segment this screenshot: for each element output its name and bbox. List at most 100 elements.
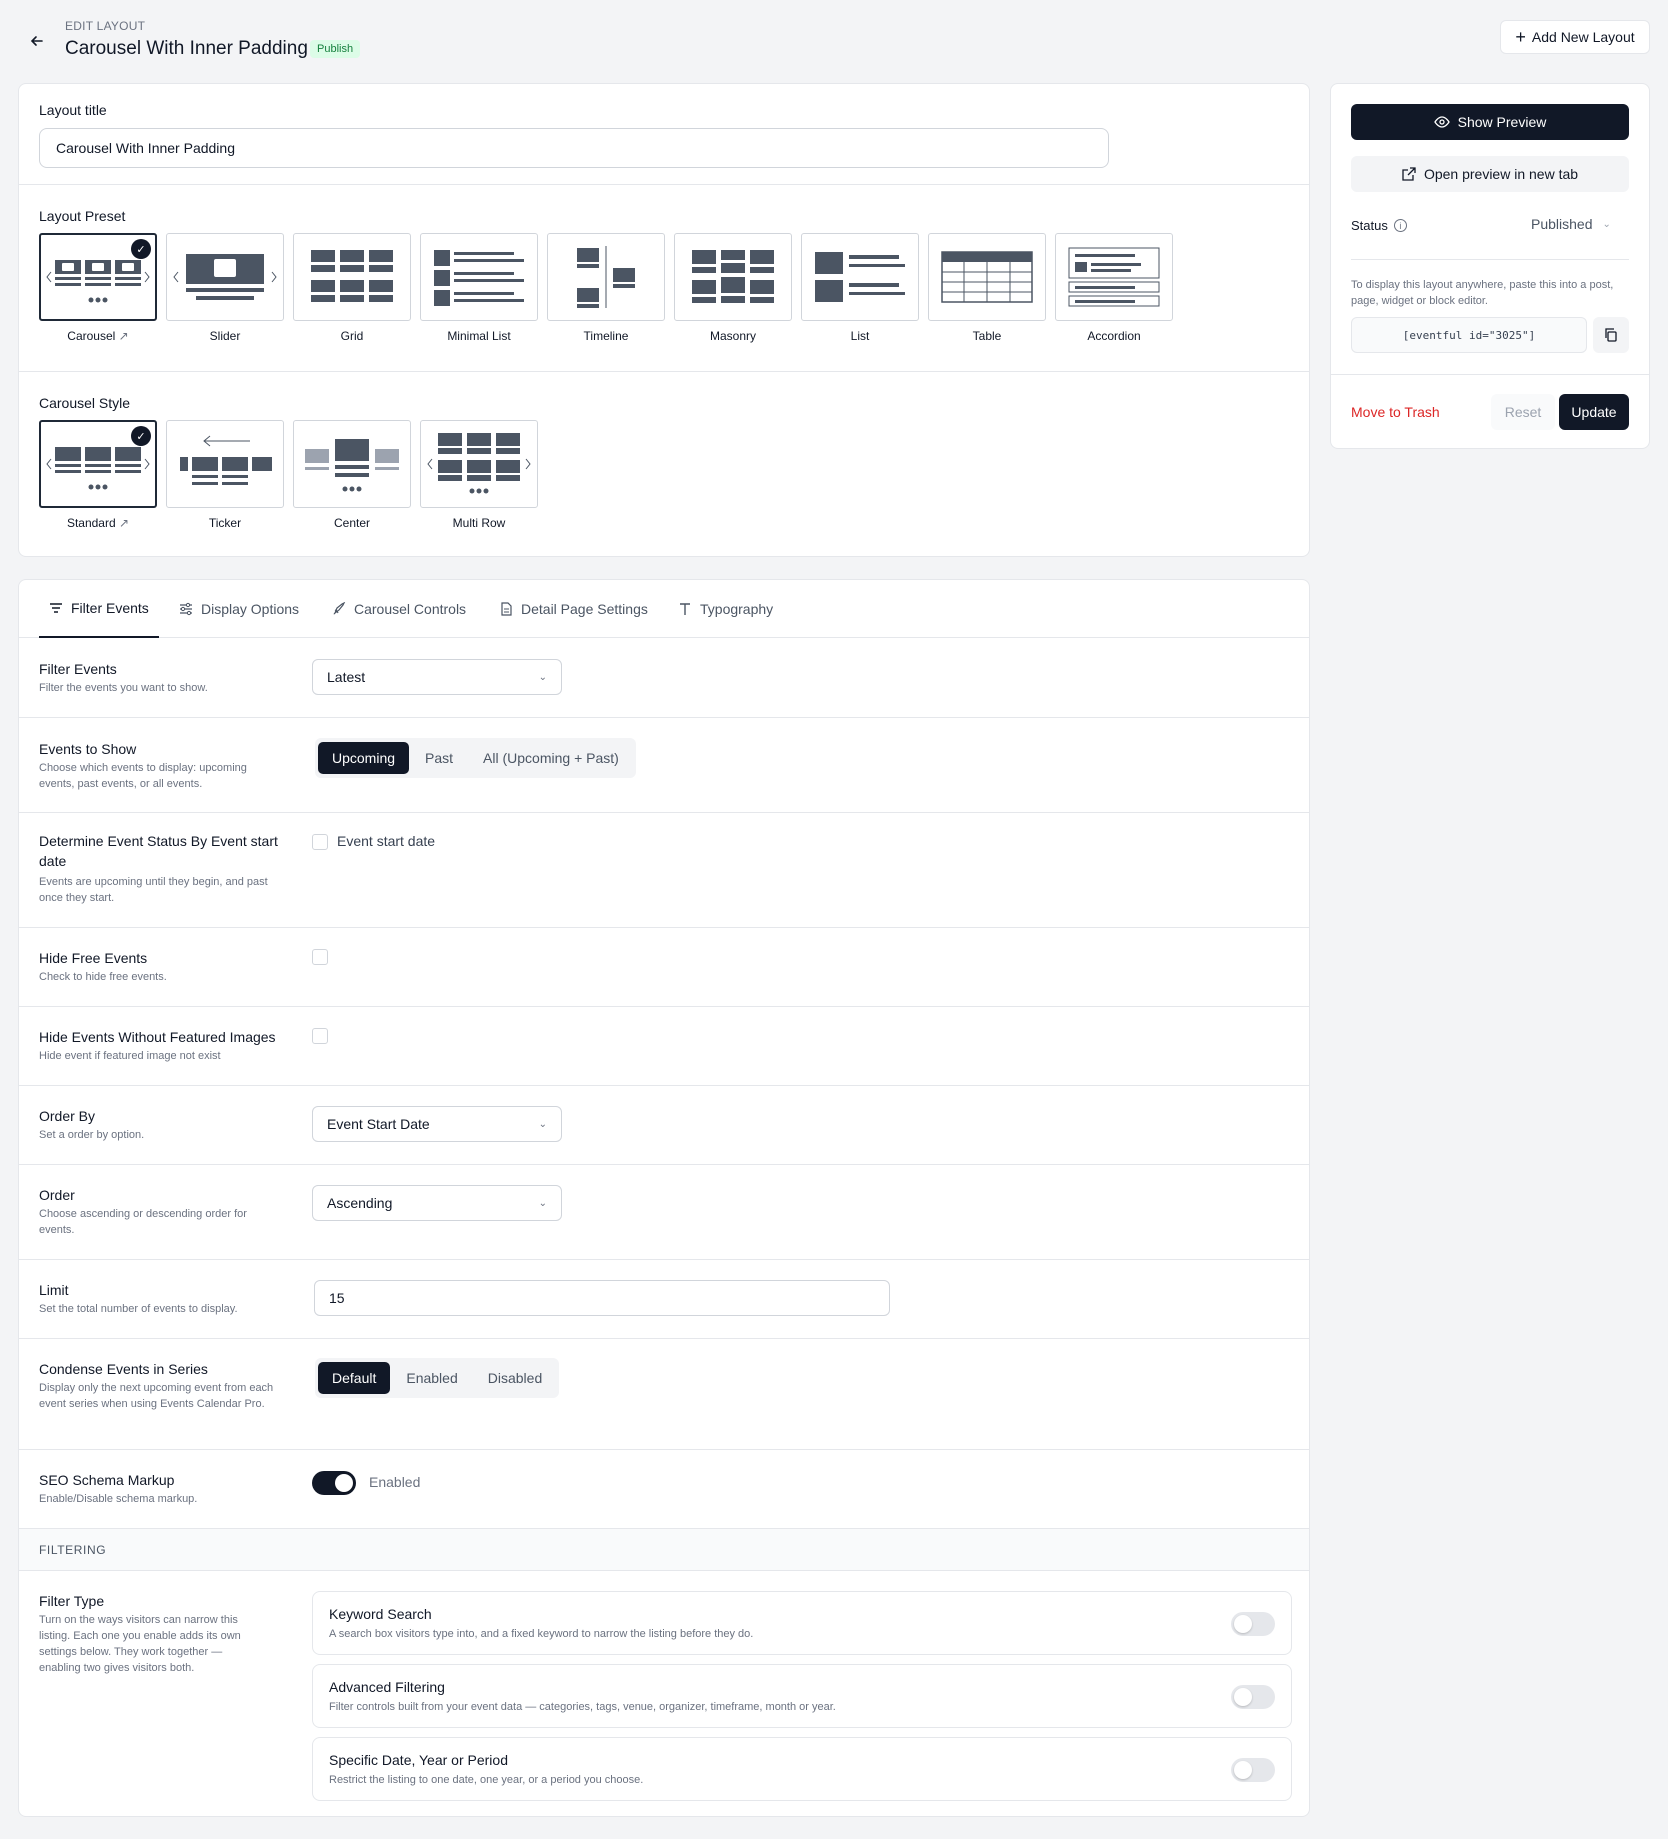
events-to-show-segmented: Upcoming Past All (Upcoming + Past): [315, 738, 636, 778]
style-standard[interactable]: ✓: [39, 420, 157, 508]
tab-detail-page-settings[interactable]: Detail Page Settings: [499, 580, 648, 638]
option-past[interactable]: Past: [411, 742, 467, 774]
preset-table[interactable]: [928, 233, 1046, 321]
preset-label: Grid: [340, 329, 364, 343]
option-default[interactable]: Default: [318, 1362, 391, 1394]
style-label: Standard ↗: [66, 516, 130, 530]
add-new-layout-button[interactable]: + Add New Layout: [1500, 20, 1650, 54]
arrow-left-icon: [30, 36, 43, 46]
advanced-filtering-toggle[interactable]: [1231, 1685, 1275, 1709]
preset-masonry[interactable]: [674, 233, 792, 321]
preset-minimal-list[interactable]: [420, 233, 538, 321]
shortcode-field[interactable]: [eventful id="3025"]: [1351, 317, 1587, 353]
style-multi-row[interactable]: [420, 420, 538, 508]
setting-title: Filter Type: [39, 1593, 105, 1609]
type-icon: [680, 603, 690, 615]
preset-list[interactable]: [801, 233, 919, 321]
list-preset-icon: [815, 252, 905, 302]
setting-title: Order: [39, 1187, 75, 1203]
condense-segmented: Default Enabled Disabled: [315, 1358, 560, 1398]
hide-free-checkbox[interactable]: [312, 949, 328, 965]
tab-display-options[interactable]: Display Options: [179, 580, 299, 638]
setting-title: Hide Free Events: [39, 950, 148, 966]
sliders-icon: [180, 602, 192, 616]
option-disabled[interactable]: Disabled: [474, 1362, 556, 1394]
preset-grid[interactable]: [293, 233, 411, 321]
update-button[interactable]: Update: [1559, 394, 1629, 430]
setting-desc: Hide event if featured image not exist: [39, 1050, 221, 1062]
preset-slider[interactable]: [166, 233, 284, 321]
move-to-trash-link[interactable]: Move to Trash: [1351, 404, 1440, 420]
preset-timeline[interactable]: [547, 233, 665, 321]
add-new-label: Add New Layout: [1531, 29, 1635, 45]
filter-card-keyword-search: Keyword Search A search box visitors typ…: [312, 1591, 1292, 1655]
back-button[interactable]: [22, 26, 52, 56]
document-icon: [501, 602, 512, 616]
external-link-icon: [1402, 167, 1416, 181]
setting-title: Determine Event Status By Event start da…: [39, 833, 278, 869]
preset-label: Slider: [209, 329, 241, 343]
eye-icon: [1433, 116, 1450, 128]
ticker-style-icon: [180, 435, 272, 485]
option-enabled[interactable]: Enabled: [392, 1362, 471, 1394]
show-preview-button[interactable]: Show Preview: [1351, 104, 1629, 140]
filter-icon: [50, 603, 62, 613]
center-style-icon: [305, 439, 399, 492]
chevron-down-icon: ⌄: [538, 1197, 547, 1209]
setting-desc: Turn on the ways visitors can narrow thi…: [39, 1614, 241, 1674]
setting-seo-schema: SEO Schema Markup Enable/Disable schema …: [19, 1450, 1309, 1529]
embed-help-text: To display this layout anywhere, paste t…: [1351, 279, 1614, 307]
reset-button[interactable]: Reset: [1491, 394, 1555, 430]
limit-input[interactable]: 15: [314, 1280, 890, 1316]
setting-hide-free: Hide Free Events Check to hide free even…: [19, 928, 1309, 1007]
preset-carousel[interactable]: ✓: [39, 233, 157, 321]
chevron-down-icon: ⌄: [1602, 218, 1611, 230]
order-by-select[interactable]: Event Start Date ⌄: [312, 1106, 562, 1142]
style-center[interactable]: [293, 420, 411, 508]
filter-events-select[interactable]: Latest ⌄: [312, 659, 562, 695]
tab-bar: Filter Events Display Options Carousel C…: [19, 580, 1309, 638]
chevron-down-icon: ⌄: [538, 671, 547, 683]
style-label: Center: [333, 516, 371, 530]
hide-no-image-checkbox[interactable]: [312, 1028, 328, 1044]
layout-title-input[interactable]: Carousel With Inner Padding: [39, 128, 1109, 168]
seo-schema-toggle[interactable]: [312, 1471, 356, 1495]
table-preset-icon: [941, 251, 1033, 303]
specific-date-toggle[interactable]: [1231, 1758, 1275, 1782]
preset-label: Accordion: [1087, 329, 1141, 343]
setting-order-by: Order By Set a order by option. Event St…: [19, 1086, 1309, 1165]
filter-card-advanced-filtering: Advanced Filtering Filter controls built…: [312, 1664, 1292, 1728]
option-upcoming[interactable]: Upcoming: [318, 742, 410, 774]
copy-icon: [1605, 328, 1617, 342]
preset-accordion[interactable]: [1055, 233, 1173, 321]
chevron-down-icon: ⌄: [538, 1118, 547, 1130]
setting-desc: Set a order by option.: [39, 1129, 145, 1141]
timeline-preset-icon: [577, 246, 635, 308]
carousel-style-label: Carousel Style: [39, 395, 131, 411]
page-eyebrow: EDIT LAYOUT: [65, 19, 146, 33]
setting-hide-no-image: Hide Events Without Featured Images Hide…: [19, 1007, 1309, 1086]
copy-shortcode-button[interactable]: [1593, 317, 1629, 353]
option-all[interactable]: All (Upcoming + Past): [469, 742, 633, 774]
order-select[interactable]: Ascending ⌄: [312, 1185, 562, 1221]
tab-filter-events[interactable]: Filter Events: [39, 580, 159, 638]
keyword-search-toggle[interactable]: [1231, 1612, 1275, 1636]
grid-preset-icon: [311, 250, 393, 302]
status-select[interactable]: Published ⌄: [1531, 216, 1611, 232]
setting-filter-type: Filter Type Turn on the ways visitors ca…: [19, 1571, 1309, 1816]
event-start-date-checkbox[interactable]: [312, 834, 328, 850]
external-link-icon: ↗: [118, 516, 130, 530]
tab-typography[interactable]: Typography: [678, 580, 773, 638]
style-ticker[interactable]: [166, 420, 284, 508]
setting-desc: Display only the next upcoming event fro…: [39, 1382, 274, 1410]
setting-desc: Choose which events to display: upcoming…: [39, 762, 247, 790]
selected-check-icon: ✓: [131, 239, 151, 259]
checkbox-label: Event start date: [337, 833, 436, 849]
setting-desc: Events are upcoming until they begin, an…: [39, 876, 268, 904]
preset-label: List: [850, 329, 870, 343]
toggle-label: Enabled: [369, 1474, 421, 1490]
tab-carousel-controls[interactable]: Carousel Controls: [332, 580, 466, 638]
setting-order: Order Choose ascending or descending ord…: [19, 1165, 1309, 1260]
open-new-tab-button[interactable]: Open preview in new tab: [1351, 156, 1629, 192]
setting-desc: Choose ascending or descending order for…: [39, 1208, 247, 1236]
